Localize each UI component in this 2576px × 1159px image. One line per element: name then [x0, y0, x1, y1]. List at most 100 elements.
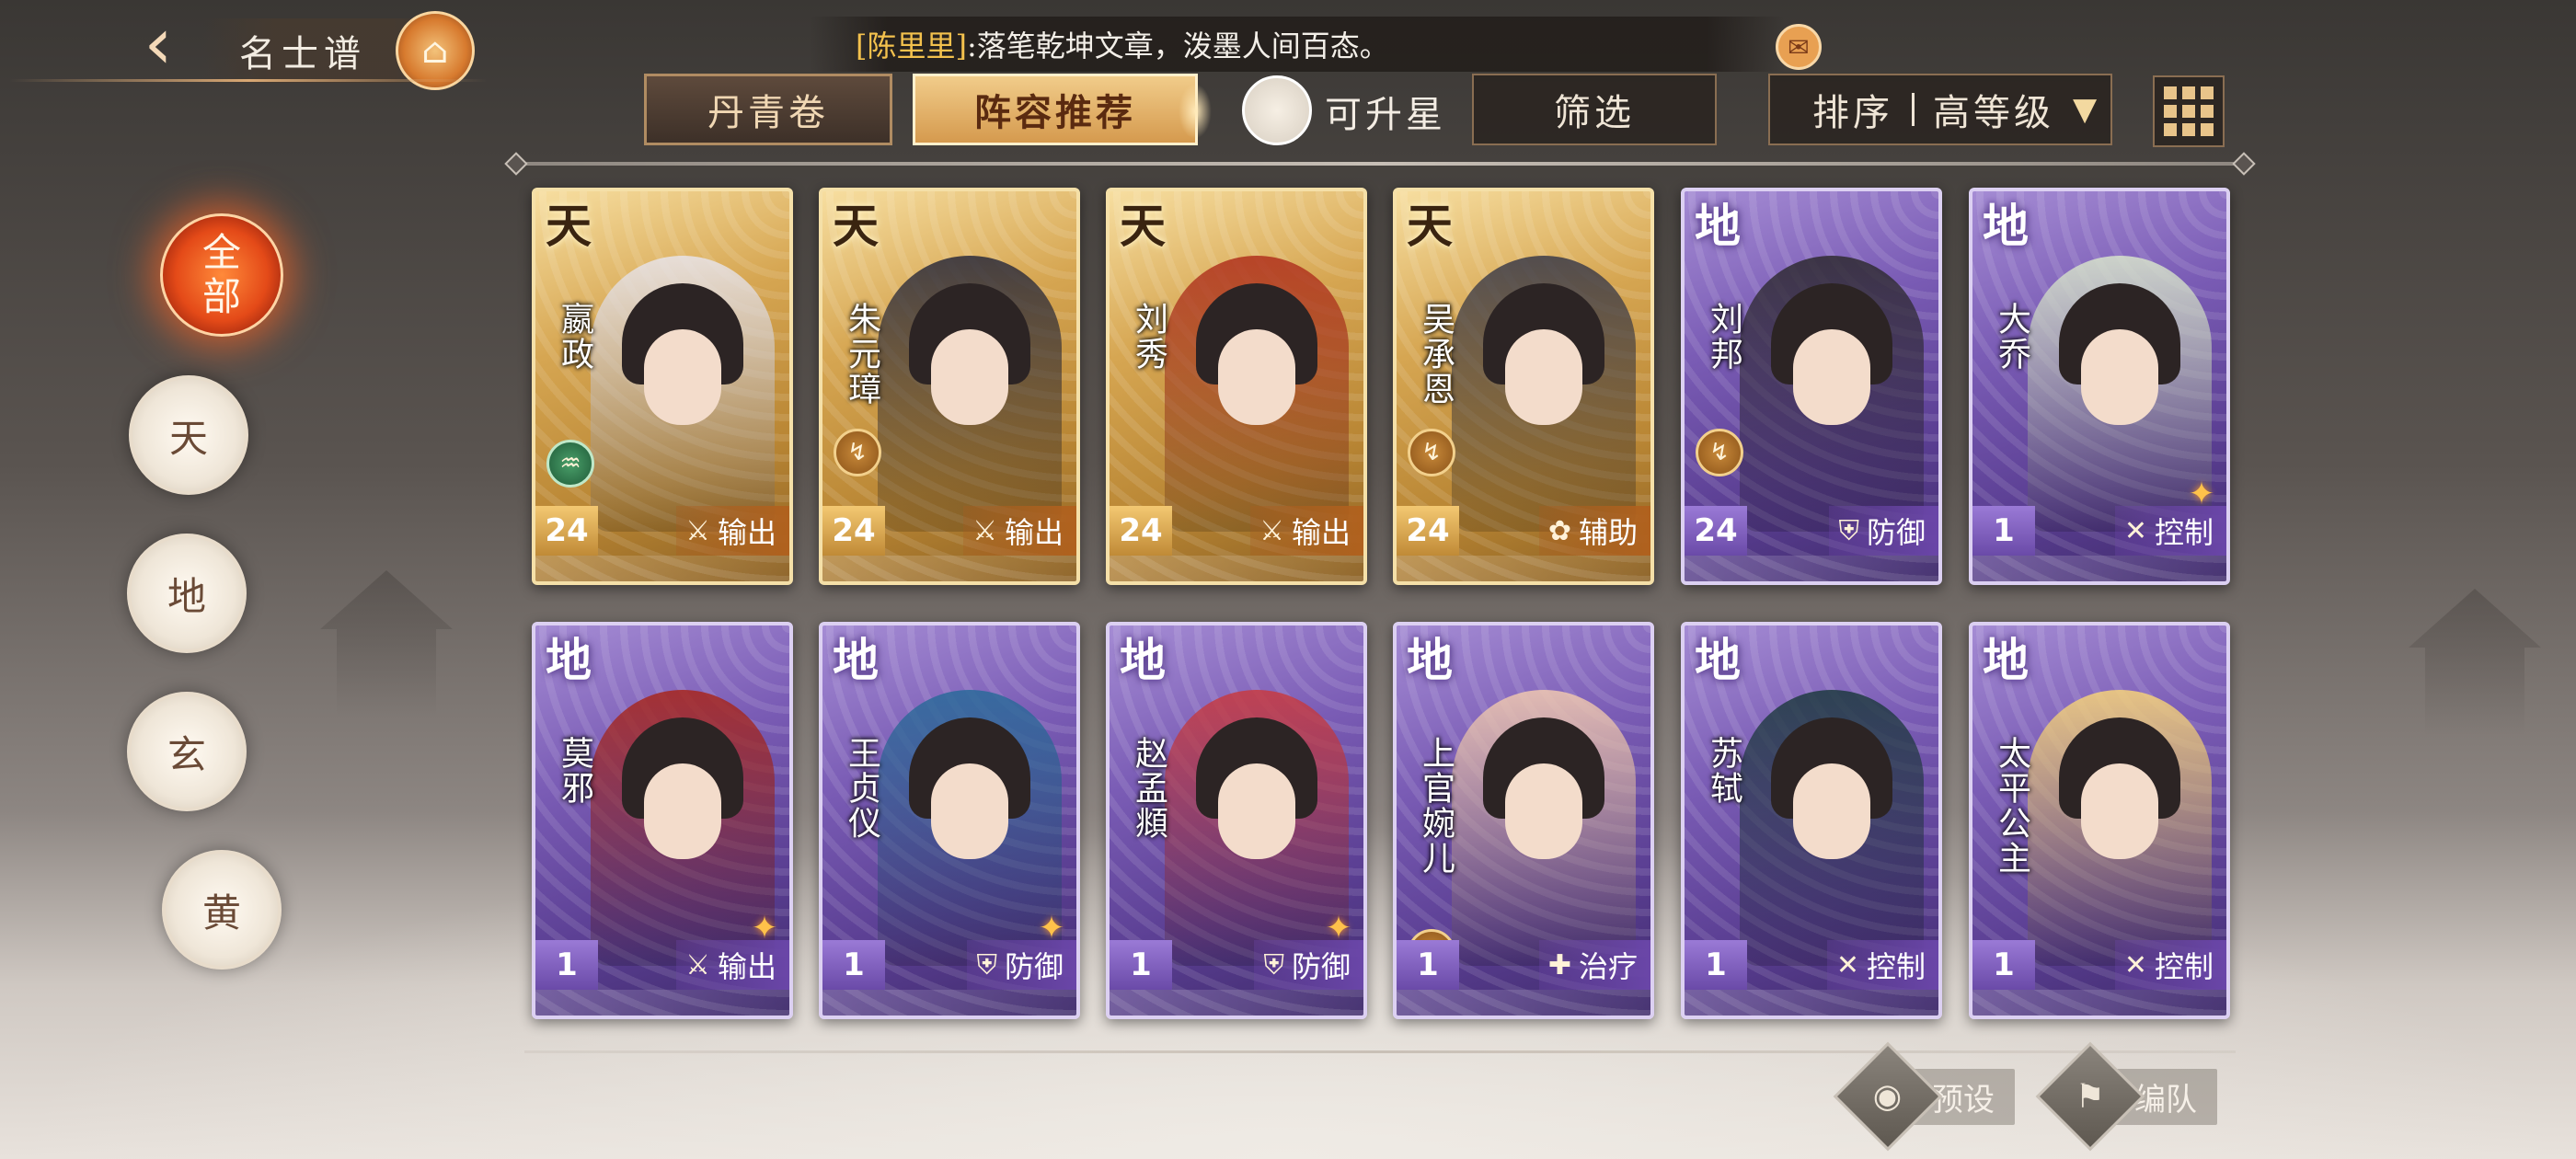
- role-label: 输出: [717, 515, 776, 550]
- grid-view-button[interactable]: [2153, 75, 2225, 147]
- character-card[interactable]: 地赵孟頫 ✦ 1 ⛨ 防御: [1106, 622, 1367, 1019]
- bottom-divider: [524, 1050, 2236, 1053]
- rank-badge: 地: [1120, 633, 1166, 687]
- filter-xuan[interactable]: 玄: [127, 692, 247, 811]
- level-badge: 24: [1110, 506, 1172, 556]
- character-name: 苏轼: [1705, 736, 1742, 806]
- rank-badge: 地: [546, 633, 592, 687]
- role-tag: ⛨ 防御: [1829, 506, 1938, 556]
- portrait-face: [931, 763, 1008, 859]
- mail-icon[interactable]: ✉: [1776, 24, 1822, 70]
- rank-badge: 地: [1407, 633, 1453, 687]
- rank-badge: 天: [546, 199, 592, 253]
- portrait-face: [1505, 763, 1582, 859]
- filter-tian[interactable]: 天: [129, 375, 248, 495]
- preset-icon: ◉: [1873, 1077, 1903, 1116]
- role-label: 输出: [717, 949, 776, 984]
- tab-lineup-recommend[interactable]: 阵容推荐: [913, 74, 1212, 145]
- character-name: 赵孟頫: [1130, 736, 1167, 841]
- level-badge: 24: [1397, 506, 1459, 556]
- character-card[interactable]: 天朱元璋 ↯ 24 ⚔ 输出: [819, 188, 1080, 585]
- role-label: 防御: [1866, 515, 1926, 550]
- ticker-message: :落笔乾坤文章，泼墨人间百态。: [966, 29, 1389, 63]
- role-label: 防御: [1291, 949, 1351, 984]
- header: ‹ 名士谱 ⌂: [0, 0, 515, 90]
- chevron-down-icon: ▼: [2073, 91, 2101, 128]
- upgrade-spark-icon: ✦: [2188, 476, 2215, 512]
- character-card[interactable]: 地大乔 ✦ 1 ✕ 控制: [1969, 188, 2230, 585]
- portrait-face: [1218, 763, 1295, 859]
- character-name: 吴承恩: [1417, 302, 1455, 407]
- filter-di[interactable]: 地: [127, 534, 247, 653]
- preset-button[interactable]: ◉ 预设: [1833, 1041, 2015, 1152]
- role-tag: ⚔ 输出: [1250, 506, 1363, 556]
- role-icon: ⚔: [685, 514, 710, 547]
- portrait-face: [644, 763, 721, 859]
- role-icon: ⛨: [1263, 948, 1284, 981]
- sort-value: 高等级: [1933, 92, 2054, 134]
- tab-scroll[interactable]: 丹青卷: [644, 74, 892, 145]
- character-card[interactable]: 地太平公主 1 ✕ 控制: [1969, 622, 2230, 1019]
- filter-button[interactable]: 筛选: [1472, 74, 1717, 145]
- character-card[interactable]: 地苏轼 1 ✕ 控制: [1681, 622, 1942, 1019]
- level-badge: 24: [535, 506, 598, 556]
- element-icon: ↯: [1408, 429, 1455, 476]
- rank-badge: 地: [1983, 199, 2029, 253]
- role-icon: ✿: [1547, 514, 1571, 547]
- sort-dropdown[interactable]: 排序 高等级 ▼: [1768, 74, 2112, 145]
- character-name: 王贞仪: [843, 736, 880, 841]
- back-button[interactable]: ‹: [120, 3, 197, 86]
- character-card[interactable]: 地上官婉儿↯1✚治疗: [1393, 622, 1654, 1019]
- top-divider: [515, 162, 2245, 166]
- level-badge: 1: [1397, 940, 1459, 990]
- portrait-face: [1505, 329, 1582, 425]
- filter-all[interactable]: 全 部: [160, 213, 283, 337]
- level-badge: 1: [535, 940, 598, 990]
- card-base: [822, 556, 1076, 581]
- portrait-face: [2081, 329, 2158, 425]
- can-upgrade-label[interactable]: 可升星: [1325, 79, 1446, 143]
- role-label: 防御: [1004, 949, 1064, 984]
- rank-badge: 天: [1407, 199, 1453, 253]
- portrait-face: [1793, 763, 1870, 859]
- role-label: 控制: [2154, 515, 2214, 550]
- rank-badge: 地: [1983, 633, 2029, 687]
- card-base: [1397, 990, 1650, 1016]
- role-label: 控制: [1866, 949, 1926, 984]
- character-card[interactable]: 地刘邦 ↯ 24 ⛨ 防御: [1681, 188, 1942, 585]
- card-base: [1972, 990, 2226, 1016]
- role-label: 辅助: [1578, 515, 1638, 550]
- card-base: [1972, 556, 2226, 581]
- rank-badge: 天: [833, 199, 879, 253]
- role-icon: ✚: [1547, 948, 1571, 981]
- character-card[interactable]: 天嬴政 ♒ 24 ⚔ 输出: [532, 188, 793, 585]
- character-card[interactable]: 天刘秀 24 ⚔ 输出: [1106, 188, 1367, 585]
- character-card[interactable]: 地王贞仪 ✦ 1 ⛨ 防御: [819, 622, 1080, 1019]
- header-divider: [9, 79, 488, 82]
- ticker-speaker[interactable]: [陈里里]: [856, 23, 967, 65]
- can-upgrade-checkbox[interactable]: [1242, 75, 1312, 145]
- team-button[interactable]: ⚑ 编队: [2035, 1041, 2217, 1152]
- background-pavilion: [320, 570, 453, 717]
- character-card[interactable]: 天吴承恩 ↯ 24 ✿ 辅助: [1393, 188, 1654, 585]
- filter-xuan-label: 玄: [167, 731, 206, 777]
- rank-badge: 地: [1695, 633, 1741, 687]
- level-badge: 1: [1972, 940, 2035, 990]
- card-base: [1110, 556, 1363, 581]
- element-icon: ♒: [546, 440, 594, 488]
- role-icon: ✕: [2123, 948, 2147, 981]
- character-name: 朱元璋: [843, 302, 880, 407]
- portrait-face: [1218, 329, 1295, 425]
- character-name: 上官婉儿: [1417, 736, 1455, 876]
- upgrade-spark-icon: ✦: [1325, 910, 1352, 947]
- role-tag: ✚ 治疗: [1538, 940, 1650, 990]
- element-icon: ↯: [1696, 429, 1743, 476]
- character-card[interactable]: 地莫邪 ✦ 1 ⚔ 输出: [532, 622, 793, 1019]
- sort-divider: [1912, 93, 1915, 126]
- level-badge: 1: [1972, 506, 2035, 556]
- portrait-face: [644, 329, 721, 425]
- filter-huang[interactable]: 黄: [162, 850, 282, 970]
- background-pavilion: [2409, 589, 2541, 736]
- role-icon: ⛨: [976, 948, 997, 981]
- role-tag: ✕ 控制: [2114, 940, 2226, 990]
